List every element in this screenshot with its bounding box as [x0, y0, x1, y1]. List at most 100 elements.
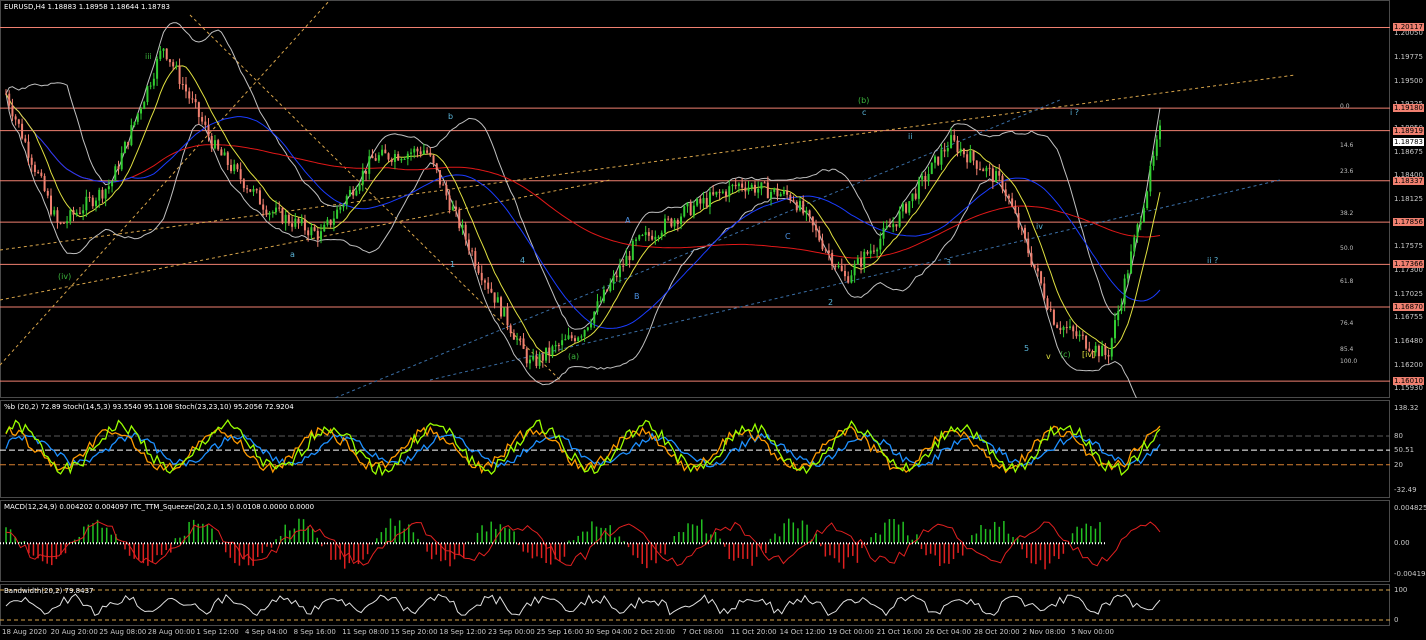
candle-body	[11, 105, 14, 117]
candle-body	[1142, 208, 1145, 223]
level-price-label: 1.16010	[1393, 377, 1424, 386]
candle-body	[59, 222, 62, 224]
wave-label: ii	[908, 132, 913, 141]
candle-body	[805, 210, 808, 214]
candle-body	[435, 163, 438, 171]
macd-tick: 0.004825	[1394, 504, 1426, 512]
candle-body	[741, 183, 744, 188]
candle-body	[811, 216, 814, 226]
candle-body	[1152, 155, 1155, 166]
fib-level-label: 50.0	[1340, 245, 1354, 252]
candle-body	[962, 148, 965, 155]
candle-body	[1056, 324, 1059, 328]
candle-body	[104, 189, 107, 199]
candle-body	[1139, 222, 1142, 225]
candle-body	[1068, 326, 1071, 328]
candle-body	[448, 195, 451, 211]
candle-body	[146, 86, 149, 103]
wave-label: a	[290, 250, 295, 259]
candle-body	[696, 198, 699, 206]
candle-body	[757, 188, 760, 193]
candle-body	[217, 140, 220, 150]
candle-body	[1020, 227, 1023, 229]
candle-body	[107, 186, 110, 190]
candle-body	[933, 156, 936, 163]
candle-body	[818, 230, 821, 241]
candle-body	[676, 220, 679, 225]
candle-body	[416, 148, 419, 152]
candle-body	[265, 209, 268, 215]
candle-body	[680, 216, 683, 225]
candle-body	[419, 151, 422, 155]
candle-body	[455, 206, 458, 210]
stoch-tick: 138.32	[1394, 404, 1419, 412]
candle-body	[699, 198, 702, 204]
candle-body	[1159, 125, 1161, 140]
candle-body	[885, 226, 888, 228]
candle-body	[101, 189, 104, 199]
candle-body	[606, 289, 609, 291]
candle-body	[596, 301, 599, 312]
candle-body	[365, 170, 368, 174]
wave-label: A	[625, 216, 631, 225]
candle-body	[1065, 327, 1068, 329]
candle-body	[866, 251, 869, 254]
price-tick: 1.18125	[1394, 195, 1423, 203]
candle-body	[1081, 334, 1084, 336]
candle-body	[847, 276, 850, 283]
candle-body	[888, 226, 891, 228]
candle-body	[1117, 310, 1120, 321]
candle-body	[1007, 195, 1010, 199]
candle-body	[766, 182, 769, 199]
candle-body	[117, 166, 120, 170]
candle-body	[300, 219, 303, 224]
candle-body	[657, 236, 660, 238]
candle-body	[737, 183, 740, 187]
macd-tick: -0.004194	[1394, 570, 1426, 578]
candle-body	[397, 154, 400, 161]
fib-level-label: 76.4	[1340, 320, 1354, 327]
candle-body	[924, 175, 927, 182]
candle-body	[168, 59, 171, 63]
candle-body	[339, 207, 342, 210]
channel-line	[189, 14, 561, 381]
candle-body	[1014, 206, 1017, 214]
fib-level-label: 100.0	[1340, 358, 1358, 365]
candle-body	[978, 168, 981, 170]
candle-body	[654, 236, 657, 240]
candle-body	[62, 222, 65, 224]
candle-body	[554, 345, 557, 347]
candle-body	[172, 62, 175, 67]
candle-body	[519, 338, 522, 340]
candle-body	[622, 265, 625, 267]
candle-body	[474, 251, 477, 266]
fib-level-label: 85.4	[1340, 346, 1354, 353]
candle-body	[1004, 189, 1007, 196]
candle-body	[320, 231, 323, 240]
candle-body	[1072, 326, 1075, 332]
wave-label: 5	[1024, 344, 1030, 353]
candle-body	[1078, 334, 1081, 337]
candle-body	[33, 164, 36, 172]
candle-body	[834, 265, 837, 268]
candle-body	[480, 272, 483, 281]
fib-level-label: 0.0	[1340, 103, 1350, 110]
candle-body	[599, 301, 602, 303]
candle-body	[731, 184, 734, 187]
candle-body	[612, 275, 615, 284]
candle-body	[403, 158, 406, 160]
candle-body	[776, 188, 779, 197]
current-price-label: 1.18783	[1393, 138, 1424, 147]
candle-body	[191, 98, 194, 100]
candle-body	[377, 155, 380, 161]
candle-body	[24, 138, 27, 142]
ma-yellow-line	[5, 65, 1161, 357]
candle-body	[98, 189, 101, 201]
candle-body	[310, 227, 313, 236]
candle-body	[1017, 213, 1020, 228]
candle-body	[316, 230, 319, 240]
time-tick: 11 Sep 08:00	[342, 628, 389, 636]
candle-body	[1113, 320, 1116, 339]
candle-body	[1075, 331, 1078, 337]
candle-body	[969, 151, 972, 163]
